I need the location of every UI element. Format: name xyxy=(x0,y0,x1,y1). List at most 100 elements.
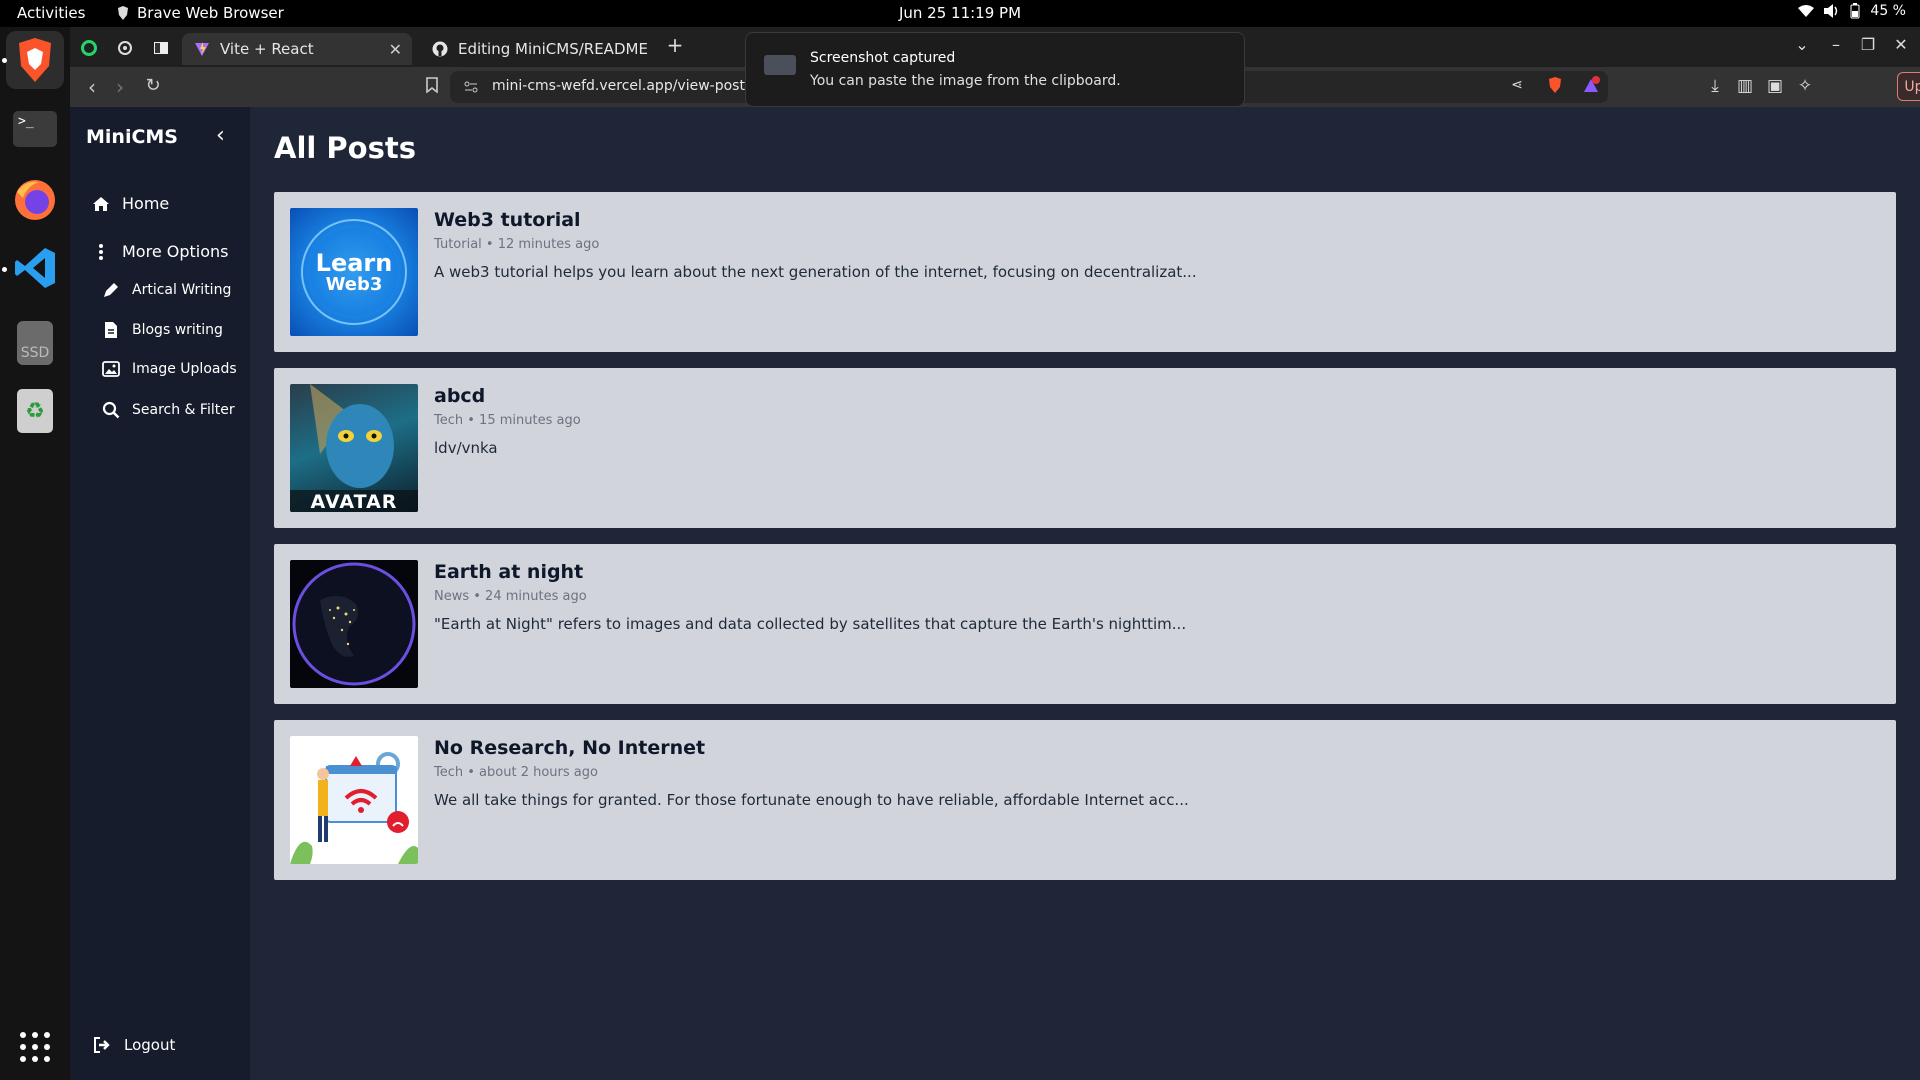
search-icon xyxy=(102,401,120,419)
post-excerpt: "Earth at Night" refers to images and da… xyxy=(434,615,1187,633)
triangle-icon xyxy=(1584,76,1600,92)
post-title: No Research, No Internet xyxy=(434,737,706,759)
thumb-text-learn: Learn xyxy=(316,249,393,277)
volume-icon xyxy=(1824,4,1838,18)
post-thumbnail xyxy=(290,736,418,864)
reload-icon[interactable]: ↻ xyxy=(141,75,165,96)
screenshot-notification[interactable]: Screenshot captured You can paste the im… xyxy=(745,32,1245,107)
post-card[interactable]: No Research, No Internet Tech • about 2 … xyxy=(274,720,1896,880)
wifi-icon xyxy=(1798,5,1815,17)
dock-ssd[interactable]: SSD xyxy=(6,314,64,372)
battery-icon xyxy=(1850,3,1860,19)
sidebar-item-home[interactable]: Home xyxy=(92,194,169,213)
pinned-tab-whatsapp[interactable] xyxy=(75,35,103,61)
back-icon[interactable]: ‹ xyxy=(80,75,104,99)
battery-percent: 45 % xyxy=(1870,3,1906,19)
dock-trash[interactable]: ♻ xyxy=(6,382,64,440)
sidebar-item-image-uploads[interactable]: Image Uploads xyxy=(102,361,237,377)
trash-icon: ♻ xyxy=(17,389,53,433)
pen-icon xyxy=(104,283,118,297)
tab-github-readme[interactable]: Editing MiniCMS/README.m xyxy=(420,33,650,65)
maximize-icon[interactable]: ❐ xyxy=(1857,35,1879,54)
brave-shields-icon[interactable] xyxy=(1544,76,1566,99)
screenshot-thumbnail-icon xyxy=(764,55,796,75)
post-meta: Tutorial • 12 minutes ago xyxy=(434,237,600,252)
thumb-text-web3: Web3 xyxy=(326,274,383,295)
web3-globe-image: Learn Web3 xyxy=(301,219,407,325)
openai-icon xyxy=(118,41,132,55)
sidebar-item-blogs-writing[interactable]: Blogs writing xyxy=(102,321,223,339)
download-icon[interactable]: ⤓ xyxy=(1704,76,1726,96)
wallet-icon[interactable]: ▣ xyxy=(1764,76,1786,96)
logout-button[interactable]: Logout xyxy=(92,1036,175,1054)
close-window-icon[interactable]: ✕ xyxy=(1890,35,1912,54)
sidebar: MiniCMS ‹ Home More Options Artical Writ… xyxy=(70,107,250,1080)
post-card[interactable]: Learn Web3 Web3 tutorial Tutorial • 12 m… xyxy=(274,192,1896,352)
book-icon xyxy=(154,42,168,54)
sidebar-item-label: Artical Writing xyxy=(132,282,232,298)
sidebar-item-more-options[interactable]: More Options xyxy=(92,242,228,261)
minimize-icon[interactable]: – xyxy=(1825,35,1847,54)
forward-icon[interactable]: › xyxy=(108,75,132,99)
close-tab-icon[interactable]: ✕ xyxy=(389,40,402,59)
brand-title: MiniCMS xyxy=(86,126,178,148)
dock-show-apps[interactable] xyxy=(6,1018,64,1076)
dock-active-dot-vscode xyxy=(2,267,7,272)
tab-list-chevron-icon[interactable]: ⌄ xyxy=(1791,35,1813,54)
pinned-tab-openai[interactable] xyxy=(111,35,139,61)
brave-rewards-icon[interactable] xyxy=(1580,76,1602,99)
sidebar-item-label: Image Uploads xyxy=(132,361,237,377)
post-meta: Tech • 15 minutes ago xyxy=(434,413,581,428)
post-card[interactable]: Earth at night News • 24 minutes ago "Ea… xyxy=(274,544,1896,704)
brave-icon xyxy=(19,38,51,82)
sidebar-item-artical-writing[interactable]: Artical Writing xyxy=(102,281,231,299)
bookmark-icon[interactable] xyxy=(420,77,444,97)
sidebar-item-label: More Options xyxy=(122,242,229,261)
sidebar-toggle-icon[interactable]: ▥ xyxy=(1734,76,1756,96)
tab-vite-react[interactable]: Vite + React ✕ xyxy=(182,33,412,65)
clock-label[interactable]: Jun 25 11:19 PM xyxy=(899,4,1021,22)
post-excerpt: A web3 tutorial helps you learn about th… xyxy=(434,263,1197,281)
avatar-poster-image: AVATAR xyxy=(290,384,418,512)
collapse-sidebar-icon[interactable]: ‹ xyxy=(216,123,225,148)
post-title: Earth at night xyxy=(434,561,584,583)
system-top-bar: Activities Brave Web Browser Jun 25 11:1… xyxy=(0,0,1920,27)
app-menu[interactable]: Brave Web Browser xyxy=(117,4,284,22)
earth-at-night-image xyxy=(292,562,416,686)
logout-label: Logout xyxy=(124,1036,176,1054)
activities-button[interactable]: Activities xyxy=(17,4,85,22)
sidebar-item-label: Blogs writing xyxy=(132,322,223,338)
sidebar-item-search-filter[interactable]: Search & Filter xyxy=(102,401,235,419)
firefox-icon xyxy=(15,180,55,220)
post-thumbnail: AVATAR xyxy=(290,384,418,512)
logout-icon xyxy=(94,1037,110,1053)
notification-body: You can paste the image from the clipboa… xyxy=(810,73,1121,89)
bookmark-shape xyxy=(426,77,438,94)
pinned-tab-notes[interactable] xyxy=(147,35,175,61)
sidebar-item-label: Home xyxy=(122,194,170,213)
dock-brave[interactable] xyxy=(6,31,64,89)
dock-vscode[interactable] xyxy=(6,239,64,297)
update-button[interactable]: Update ☰ xyxy=(1897,72,1920,101)
sidebar-item-label: Search & Filter xyxy=(132,402,235,418)
clock: Jun 25 11:19 PM xyxy=(0,4,1920,22)
new-tab-icon[interactable]: + xyxy=(664,33,686,57)
post-meta: Tech • about 2 hours ago xyxy=(434,765,598,780)
dock-firefox[interactable] xyxy=(6,171,64,229)
site-settings-icon xyxy=(464,81,478,93)
document-icon xyxy=(105,322,117,338)
system-tray[interactable]: 45 % xyxy=(1798,3,1906,19)
share-icon[interactable]: ⋖ xyxy=(1506,77,1528,93)
thumb-text-avatar: AVATAR xyxy=(311,491,398,512)
github-icon xyxy=(432,41,448,57)
image-icon xyxy=(102,361,120,377)
post-excerpt: We all take things for granted. For thos… xyxy=(434,791,1189,809)
dock-terminal[interactable]: >_ xyxy=(6,100,64,158)
post-thumbnail xyxy=(290,560,418,688)
brave-small-icon xyxy=(118,6,128,20)
post-card[interactable]: AVATAR abcd Tech • 15 minutes ago ldv/vn… xyxy=(274,368,1896,528)
shield-icon xyxy=(1549,77,1561,93)
more-vertical-icon xyxy=(99,243,103,260)
whatsapp-icon xyxy=(81,40,97,56)
leo-ai-icon[interactable]: ✧ xyxy=(1794,76,1816,96)
